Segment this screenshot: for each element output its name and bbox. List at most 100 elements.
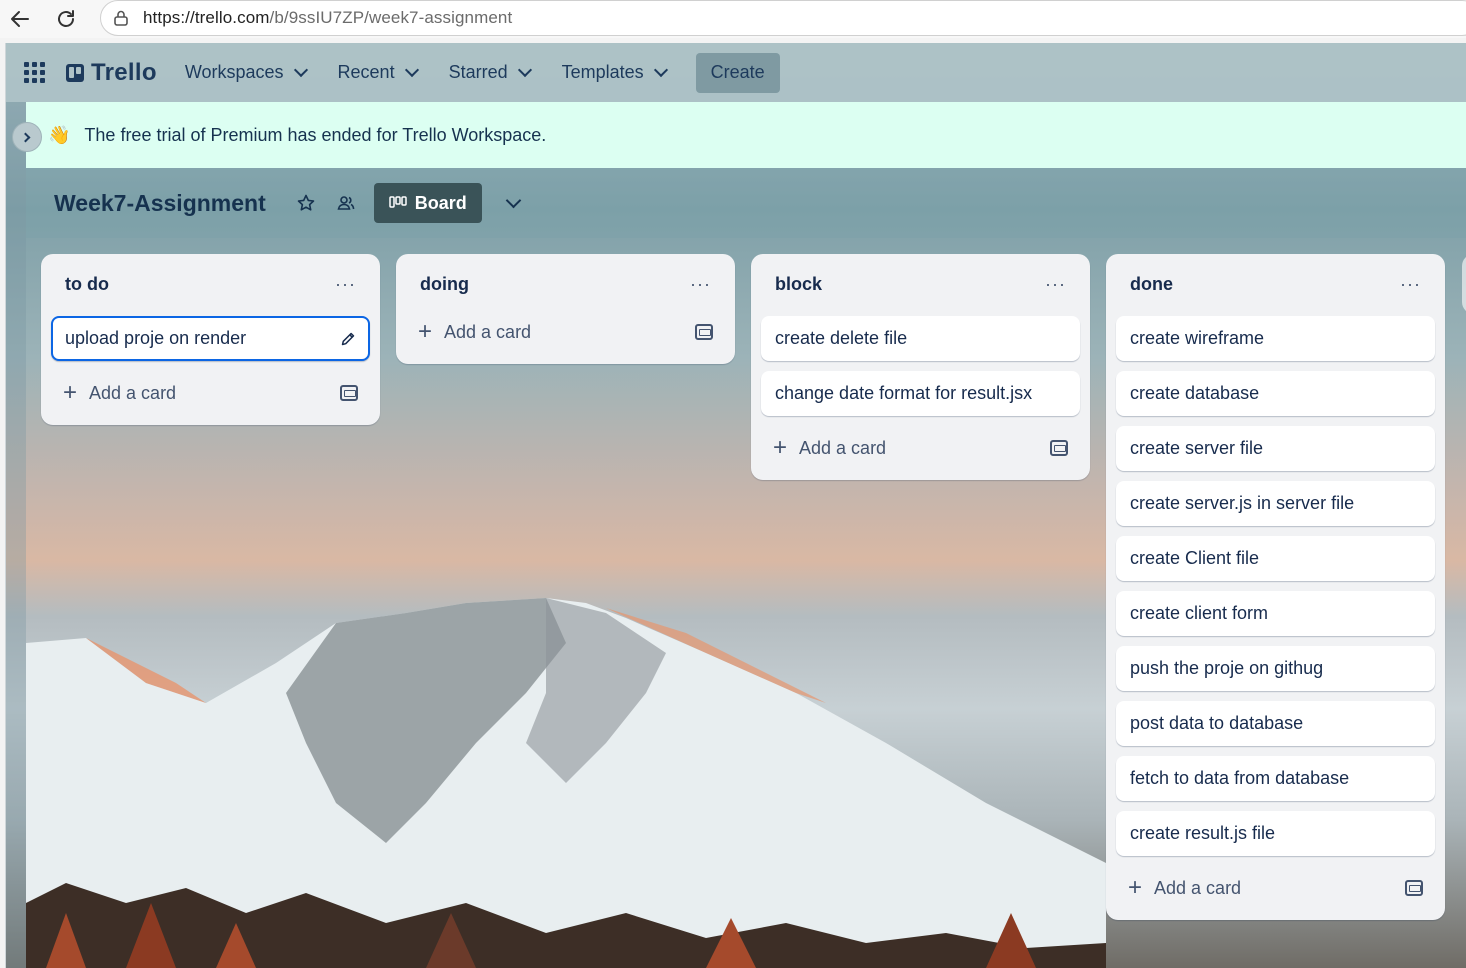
- card[interactable]: create result.js file: [1116, 811, 1435, 856]
- board-view-icon: [389, 196, 407, 208]
- plus-icon: +: [773, 434, 788, 461]
- browser-toolbar: https://trello.com/b/9ssIU7ZP/week7-assi…: [0, 0, 1466, 38]
- recent-menu[interactable]: Recent: [337, 62, 419, 83]
- card[interactable]: change date format for result.jsx: [761, 371, 1080, 416]
- card-title: create result.js file: [1130, 823, 1276, 843]
- card-template-icon[interactable]: [1405, 880, 1423, 896]
- reload-icon: [58, 10, 74, 27]
- list-to-do: to do ··· upload proje on render + Add a …: [41, 254, 380, 425]
- collapsed-sidebar: [6, 102, 26, 968]
- chevron-down-icon: [293, 62, 308, 78]
- logo-text: Trello: [91, 58, 157, 86]
- add-card-label: Add a card: [1154, 877, 1242, 898]
- trello-logo-icon: [66, 63, 84, 82]
- list-title[interactable]: doing: [420, 274, 469, 295]
- board-header: Week7-Assignment Board: [26, 168, 1466, 238]
- card-title: create server.js in server file: [1130, 493, 1355, 513]
- card-title: create Client file: [1130, 548, 1260, 568]
- add-card-label: Add a card: [89, 382, 177, 403]
- menu-label: Starred: [448, 62, 508, 82]
- card-title: change date format for result.jsx: [775, 383, 1033, 403]
- top-navigation: Trello Workspaces Recent Starred Templat…: [6, 43, 1466, 102]
- card-template-icon[interactable]: [695, 324, 713, 340]
- star-board-button[interactable]: [294, 191, 318, 215]
- views-dropdown-chevron-icon[interactable]: [505, 192, 522, 208]
- chevron-right-icon: [20, 132, 31, 142]
- add-card-button[interactable]: + Add a card: [1116, 866, 1435, 910]
- star-icon: [297, 194, 315, 211]
- trello-logo[interactable]: Trello: [66, 59, 157, 87]
- card-title: create delete file: [775, 328, 908, 348]
- site-info-icon[interactable]: [109, 6, 133, 30]
- list-header[interactable]: done ···: [1116, 262, 1435, 306]
- card[interactable]: post data to database: [1116, 701, 1435, 746]
- board-title[interactable]: Week7-Assignment: [54, 190, 266, 217]
- starred-menu[interactable]: Starred: [448, 62, 532, 83]
- list-actions-icon[interactable]: ···: [335, 274, 356, 295]
- reload-button[interactable]: [46, 1, 86, 37]
- card-template-icon[interactable]: [1050, 440, 1068, 456]
- card[interactable]: create wireframe: [1116, 316, 1435, 361]
- menu-label: Workspaces: [184, 62, 284, 82]
- card[interactable]: create database: [1116, 371, 1435, 416]
- workspaces-menu[interactable]: Workspaces: [184, 62, 308, 83]
- board-view-button[interactable]: Board: [373, 183, 482, 223]
- add-another-list-button[interactable]: [1462, 254, 1466, 314]
- list-actions-icon[interactable]: ···: [1400, 274, 1421, 295]
- list-doing: doing ··· + Add a card: [396, 254, 735, 364]
- list-actions-icon[interactable]: ···: [1045, 274, 1066, 295]
- card[interactable]: create Client file: [1116, 536, 1435, 581]
- card[interactable]: create client form: [1116, 591, 1435, 636]
- chevron-down-icon: [517, 62, 532, 78]
- chevron-down-icon: [653, 62, 668, 78]
- expand-sidebar-button[interactable]: [12, 122, 42, 152]
- card[interactable]: create server file: [1116, 426, 1435, 471]
- pencil-icon[interactable]: [340, 331, 356, 347]
- card[interactable]: fetch to data from database: [1116, 756, 1435, 801]
- list-header[interactable]: block ···: [761, 262, 1080, 306]
- board-view-label: Board: [414, 192, 467, 213]
- card-title: create server file: [1130, 438, 1264, 458]
- card[interactable]: create server.js in server file: [1116, 481, 1435, 526]
- premium-trial-banner: 👋 The free trial of Premium has ended fo…: [26, 102, 1466, 168]
- list-actions-icon[interactable]: ···: [690, 274, 711, 295]
- back-button[interactable]: [0, 1, 40, 37]
- menu-label: Recent: [337, 62, 395, 82]
- url-text: https://trello.com/b/9ssIU7ZP/week7-assi…: [143, 8, 513, 27]
- arrow-left-icon: [11, 11, 29, 27]
- add-card-label: Add a card: [444, 321, 532, 342]
- list-header[interactable]: doing ···: [406, 262, 725, 306]
- card[interactable]: push the proje on githug: [1116, 646, 1435, 691]
- card-title: create database: [1130, 383, 1260, 403]
- address-bar[interactable]: https://trello.com/b/9ssIU7ZP/week7-assi…: [100, 0, 1466, 36]
- list-title[interactable]: block: [775, 274, 822, 295]
- card-title: create client form: [1130, 603, 1269, 623]
- add-card-label: Add a card: [799, 437, 887, 458]
- chevron-down-icon: [404, 62, 419, 78]
- app-switcher-icon[interactable]: [24, 61, 48, 85]
- card-editing[interactable]: upload proje on render: [51, 316, 370, 361]
- card-title: push the proje on githug: [1130, 658, 1324, 678]
- menu-label: Templates: [561, 62, 644, 82]
- trello-app: Trello Workspaces Recent Starred Templat…: [5, 43, 1466, 968]
- banner-text: The free trial of Premium has ended for …: [84, 124, 547, 145]
- list-done: done ··· create wireframe create databas…: [1106, 254, 1445, 920]
- templates-menu[interactable]: Templates: [561, 62, 668, 83]
- waving-hand-icon: 👋: [48, 124, 71, 145]
- plus-icon: +: [1128, 874, 1143, 901]
- list-title[interactable]: done: [1130, 274, 1173, 295]
- card-title: create wireframe: [1130, 328, 1265, 348]
- card-title: post data to database: [1130, 713, 1304, 733]
- create-button[interactable]: Create: [695, 52, 780, 93]
- card-template-icon[interactable]: [340, 385, 358, 401]
- list-block: block ··· create delete file change date…: [751, 254, 1090, 480]
- card-title: fetch to data from database: [1130, 768, 1350, 788]
- add-card-button[interactable]: + Add a card: [406, 310, 725, 354]
- workspace-visibility-button[interactable]: [334, 191, 358, 215]
- plus-icon: +: [418, 318, 433, 345]
- card[interactable]: create delete file: [761, 316, 1080, 361]
- add-card-button[interactable]: + Add a card: [761, 426, 1080, 470]
- list-title[interactable]: to do: [65, 274, 109, 295]
- list-header[interactable]: to do ···: [51, 262, 370, 306]
- add-card-button[interactable]: + Add a card: [51, 371, 370, 415]
